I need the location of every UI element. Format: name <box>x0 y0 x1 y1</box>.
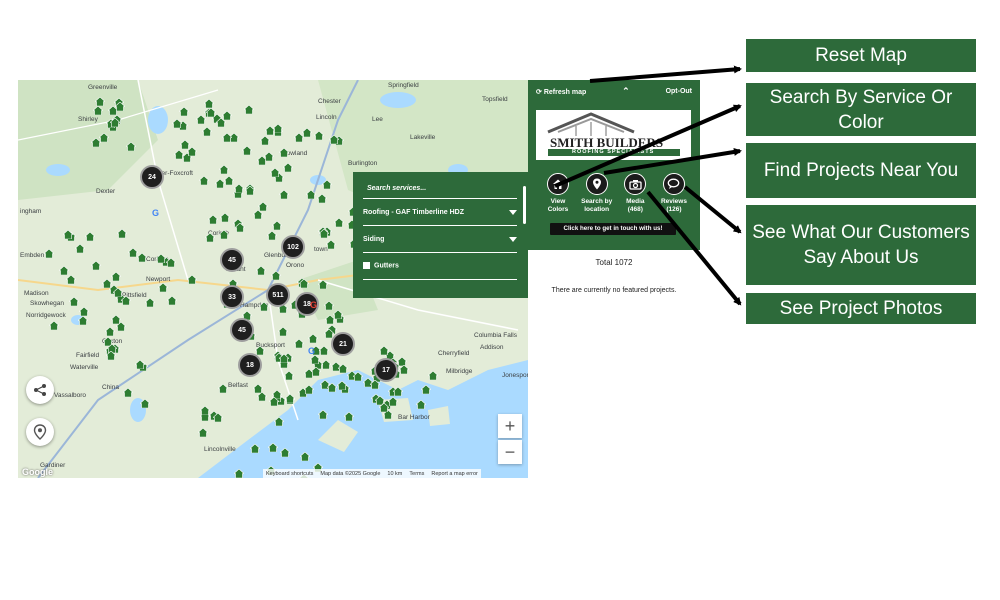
arrow-project-photos <box>646 190 742 306</box>
arrow-search-service <box>554 104 742 188</box>
arrow-customers-say <box>683 185 742 234</box>
annotation-arrows <box>554 65 742 306</box>
arrow-reset-map <box>589 65 742 83</box>
